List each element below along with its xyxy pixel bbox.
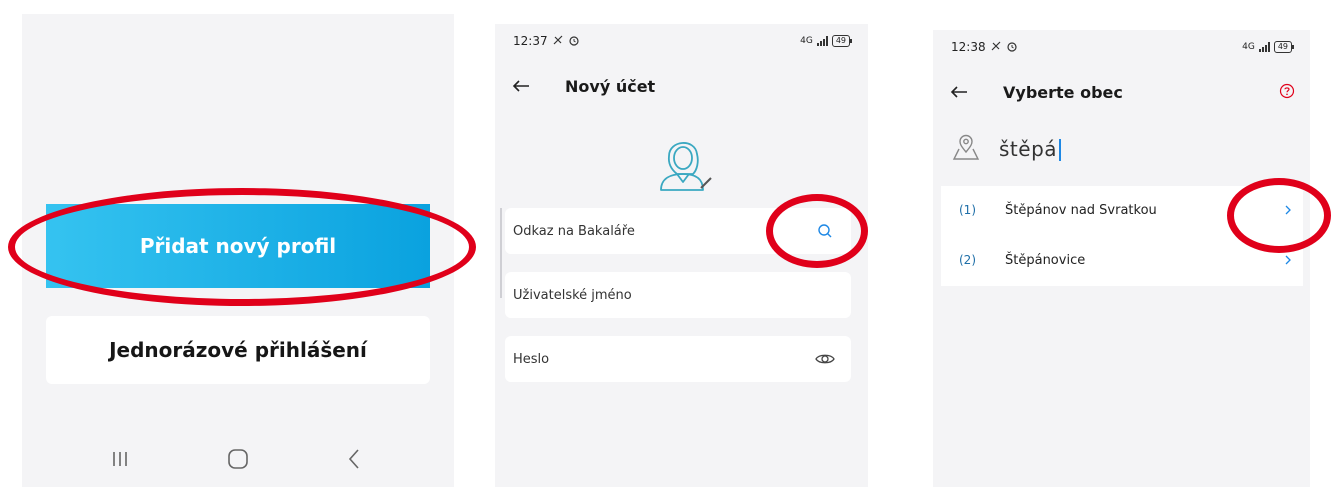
text-caret: [1059, 139, 1062, 162]
search-input[interactable]: štěpá: [999, 136, 1062, 162]
battery-level: 49: [1277, 42, 1288, 51]
result-name: Štěpánov nad Svratkou: [1005, 202, 1157, 218]
system-navigation-bar: [22, 432, 454, 487]
network-type: 4G: [1242, 42, 1255, 52]
eye-icon[interactable]: [815, 349, 835, 369]
form-left-rule: [500, 208, 502, 298]
back-icon[interactable]: [334, 444, 374, 474]
password-label: Heslo: [513, 351, 550, 367]
search-value: štěpá: [999, 136, 1058, 161]
status-bar: 12:37 4G 49: [495, 24, 868, 58]
signal-icon: [816, 36, 828, 46]
result-index: (2): [959, 253, 976, 267]
result-name: Štěpánovice: [1005, 252, 1086, 268]
battery-icon: 49: [1273, 41, 1295, 53]
location-pin-icon: [951, 132, 981, 166]
annotation-ellipse: [1227, 178, 1331, 253]
battery-icon: 49: [831, 35, 853, 47]
alarm-icon: [1006, 40, 1018, 55]
network-type: 4G: [800, 36, 813, 46]
bakalari-link-label: Odkaz na Bakaláře: [513, 223, 635, 239]
alarm-icon: [568, 34, 580, 49]
home-icon[interactable]: [218, 444, 258, 474]
recents-icon[interactable]: [100, 444, 140, 474]
chevron-right-icon[interactable]: [1281, 252, 1295, 268]
back-arrow-icon[interactable]: [509, 74, 533, 98]
status-bar: 12:38 4G 49: [933, 30, 1310, 64]
result-index: (1): [959, 203, 976, 217]
notification-icon: [552, 34, 564, 49]
username-label: Uživatelské jméno: [513, 287, 632, 303]
status-time: 12:38: [951, 40, 986, 54]
annotation-ellipse: [8, 188, 476, 306]
screen-select-municipality: 12:38 4G 49 Vyberte obec štěpá (1) Štěpá…: [933, 30, 1310, 487]
avatar-edit-icon[interactable]: [653, 130, 717, 194]
battery-level: 49: [835, 36, 846, 45]
password-field[interactable]: Heslo: [505, 336, 851, 382]
help-icon[interactable]: [1278, 82, 1296, 100]
page-title: Vyberte obec: [1003, 82, 1123, 102]
app-header: Vyberte obec: [933, 72, 1310, 112]
municipality-search[interactable]: štěpá: [951, 128, 1062, 170]
status-time: 12:37: [513, 34, 548, 48]
back-arrow-icon[interactable]: [947, 80, 971, 104]
one-time-login-button[interactable]: Jednorázové přihlášení: [46, 316, 430, 384]
annotation-ellipse: [766, 194, 868, 268]
app-header: Nový účet: [495, 66, 868, 106]
username-field[interactable]: Uživatelské jméno: [505, 272, 851, 318]
signal-icon: [1258, 42, 1270, 52]
page-title: Nový účet: [565, 76, 656, 96]
notification-icon: [990, 40, 1002, 55]
